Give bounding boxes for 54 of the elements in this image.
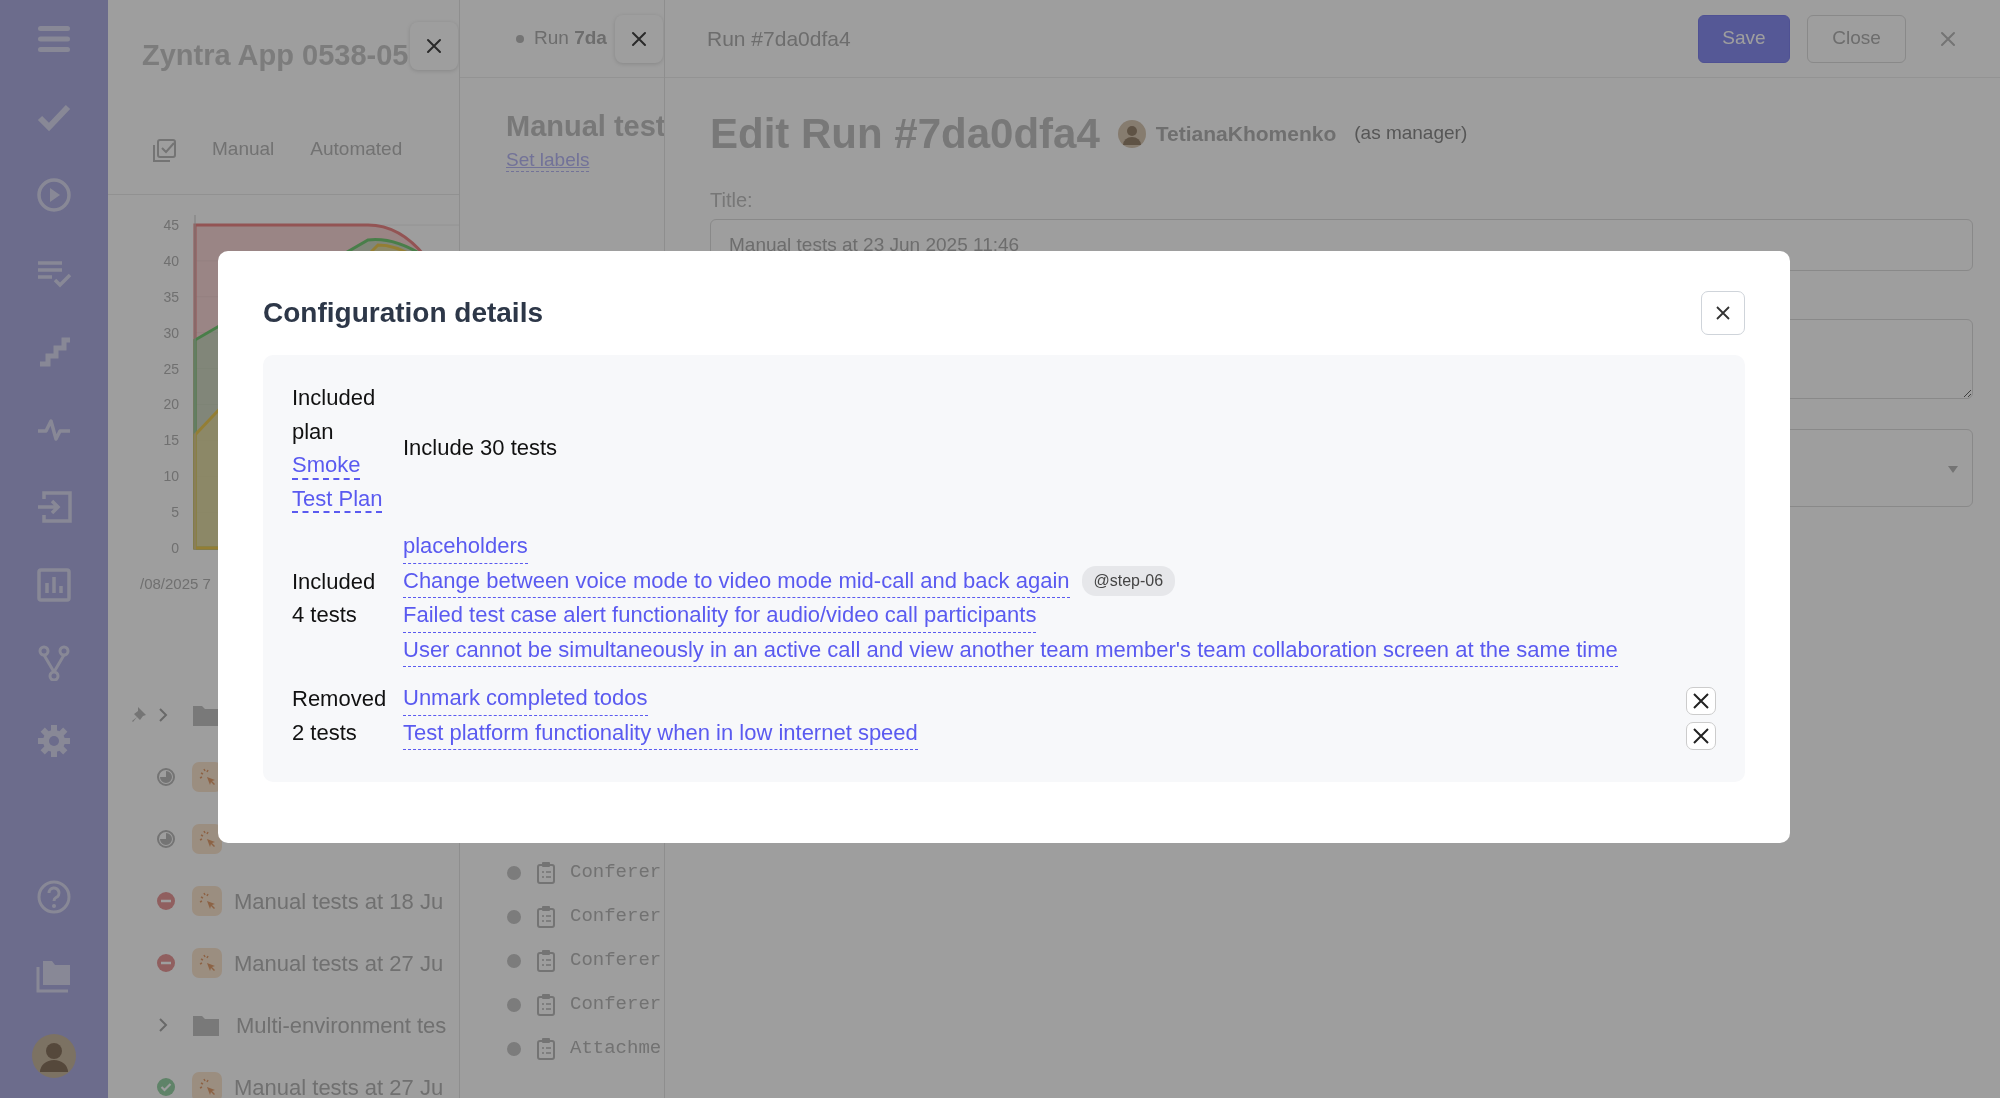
plan-summary: Include 30 tests	[403, 435, 558, 461]
checklist-icon[interactable]	[150, 136, 176, 163]
close-icon	[1715, 305, 1731, 321]
close-icon	[1692, 726, 1710, 745]
folder-icon	[192, 703, 220, 727]
status-dot-icon	[506, 908, 522, 925]
remove-button[interactable]	[1686, 721, 1716, 750]
sign-in-icon[interactable]	[36, 489, 72, 525]
section-label: Included 4 tests	[292, 567, 377, 629]
caret-icon	[1948, 466, 1958, 473]
close-button[interactable]	[615, 15, 663, 63]
play-icon[interactable]	[36, 177, 72, 213]
clipboard-icon	[536, 861, 556, 884]
cursor-icon	[192, 824, 222, 854]
close-icon	[629, 29, 649, 49]
settings-icon[interactable]	[36, 723, 72, 759]
test-link[interactable]: Test platform functionality when in low internet speed	[403, 715, 918, 750]
cursor-icon	[192, 886, 222, 916]
close-icon	[1692, 692, 1710, 711]
user-role: (as manager)	[1354, 121, 1468, 146]
remove-button[interactable]	[1686, 687, 1716, 716]
cursor-icon	[192, 948, 222, 978]
status-dot-icon	[506, 952, 522, 969]
clipboard-icon	[536, 905, 556, 928]
chevron-icon[interactable]	[156, 706, 170, 724]
test-link[interactable]: User cannot be simultaneously in an active call and view another team member's team collaboration screen at the same time	[403, 632, 1618, 667]
avatar[interactable]	[32, 1034, 76, 1078]
help-icon[interactable]	[36, 879, 72, 915]
close-button[interactable]	[410, 22, 458, 70]
clipboard-icon	[536, 949, 556, 972]
test-link[interactable]: placeholders	[403, 529, 528, 564]
clipboard-icon	[536, 993, 556, 1016]
status-dot-icon	[506, 996, 522, 1013]
avatar	[1117, 119, 1146, 148]
test-link[interactable]: Unmark completed todos	[403, 681, 648, 716]
modal-title: Configuration details	[263, 296, 543, 330]
section-label: Included plan	[292, 384, 377, 446]
test-link[interactable]: Change between voice mode to video mode mid-call and back again	[403, 563, 1070, 598]
branch-icon[interactable]	[36, 645, 72, 681]
folder-icon	[192, 1013, 220, 1037]
status-dot-icon	[506, 864, 522, 881]
section-label: Removed 2 tests	[292, 685, 388, 747]
test-link[interactable]: Failed test case alert functionality for audio/video call participants	[403, 598, 1037, 633]
plan-link[interactable]: Smoke Test Plan	[292, 448, 392, 515]
tag: @step-06	[1081, 565, 1176, 596]
status-dot-icon	[506, 1040, 522, 1057]
close-button[interactable]	[1701, 291, 1745, 335]
chevron-icon[interactable]	[156, 1016, 170, 1034]
save-button[interactable]: Save	[1698, 14, 1790, 63]
dot-icon	[516, 34, 524, 43]
chart-icon[interactable]	[36, 567, 72, 603]
close-icon	[424, 36, 444, 56]
cursor-icon	[192, 1072, 222, 1098]
clipboard-icon	[536, 1037, 556, 1060]
